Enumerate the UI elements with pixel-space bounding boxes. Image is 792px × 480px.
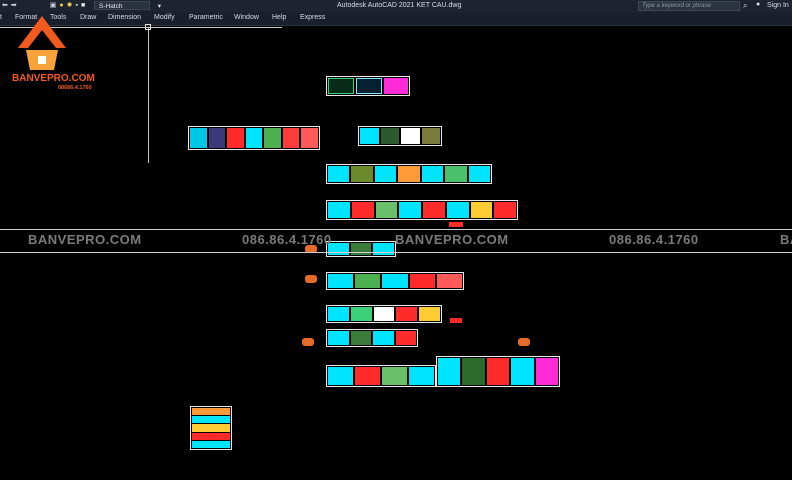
watermark-brand-cut: BAN	[780, 232, 792, 247]
window-title: Autodesk AutoCAD 2021 KET CAU.dwg	[337, 2, 462, 9]
drawing-sheet-group[interactable]	[326, 200, 518, 220]
title-bar: ⬅ ➡ ▣ ● ✹ ▪ ■ S-Hatch ▾ Autodesk AutoCAD…	[0, 0, 792, 12]
drawing-sheet-legend[interactable]	[190, 406, 232, 450]
annotation-mark	[518, 338, 530, 346]
menu-item-express[interactable]: Express	[300, 14, 325, 21]
drawing-sheet-group[interactable]	[326, 272, 464, 290]
watermark-brand: BANVEPRO.COM	[28, 232, 142, 247]
menu-item-draw[interactable]: Draw	[80, 14, 96, 21]
sign-in-link[interactable]: Sign In	[767, 2, 789, 9]
lock-icon[interactable]: ▪	[75, 0, 77, 12]
user-icon: ●	[756, 1, 761, 8]
quick-access-toolbar: ⬅ ➡ ▣ ● ✹ ▪ ■	[0, 0, 85, 12]
menu-item-tools-partial[interactable]: t	[0, 14, 2, 21]
sun-icon[interactable]: ✹	[67, 0, 73, 12]
search-placeholder: Type a keyword or phrase	[642, 3, 711, 9]
crosshair-vertical	[148, 27, 149, 163]
forward-icon[interactable]: ➡	[11, 0, 17, 12]
back-icon[interactable]: ⬅	[2, 0, 8, 12]
menu-item-modify[interactable]: Modify	[154, 14, 175, 21]
annotation-mark	[302, 338, 314, 346]
drawing-sheet-group[interactable]	[326, 164, 492, 184]
annotation-mark	[305, 275, 317, 283]
watermark-phone: 086.86.4.1760	[242, 232, 332, 247]
drawing-sheet-group[interactable]	[188, 126, 320, 150]
drawing-sheet-group[interactable]	[326, 305, 442, 323]
drawing-sheet-group[interactable]	[436, 356, 560, 387]
drawing-sheet-group[interactable]	[358, 126, 442, 146]
drawing-sheet-group[interactable]	[326, 76, 410, 96]
drawing-sheet-group[interactable]	[326, 329, 418, 347]
plot-icon[interactable]: ▣	[50, 0, 57, 12]
menu-item-dimension[interactable]: Dimension	[108, 14, 141, 21]
crosshair-pickbox	[145, 24, 151, 30]
annotation-mark	[450, 318, 462, 323]
menu-item-parametric[interactable]: Parametric	[189, 14, 223, 21]
logo-brand: BANVEPRO.COM	[12, 73, 95, 84]
search-input[interactable]: Type a keyword or phrase	[638, 1, 740, 11]
watermark-brand: BANVEPRO.COM	[395, 232, 509, 247]
menu-bar: t Format Tools Draw Dimension Modify Par…	[0, 12, 792, 26]
menu-item-window[interactable]: Window	[234, 14, 259, 21]
annotation-mark	[449, 222, 463, 227]
color-swatch-icon[interactable]: ■	[81, 0, 85, 12]
dropdown-arrow-icon: ▾	[157, 3, 161, 10]
menu-item-help[interactable]: Help	[272, 14, 286, 21]
layer-name: S-Hatch	[99, 3, 123, 10]
lightbulb-icon[interactable]: ●	[59, 0, 63, 12]
watermark-phone: 086.86.4.1760	[609, 232, 699, 247]
drawing-sheet-group[interactable]	[326, 365, 436, 387]
layer-dropdown[interactable]: S-Hatch ▾	[94, 1, 161, 10]
search-icon[interactable]: ⌕	[743, 1, 747, 11]
logo-phone: 08686.4.1760	[58, 85, 92, 91]
house-logo-icon	[18, 16, 66, 70]
